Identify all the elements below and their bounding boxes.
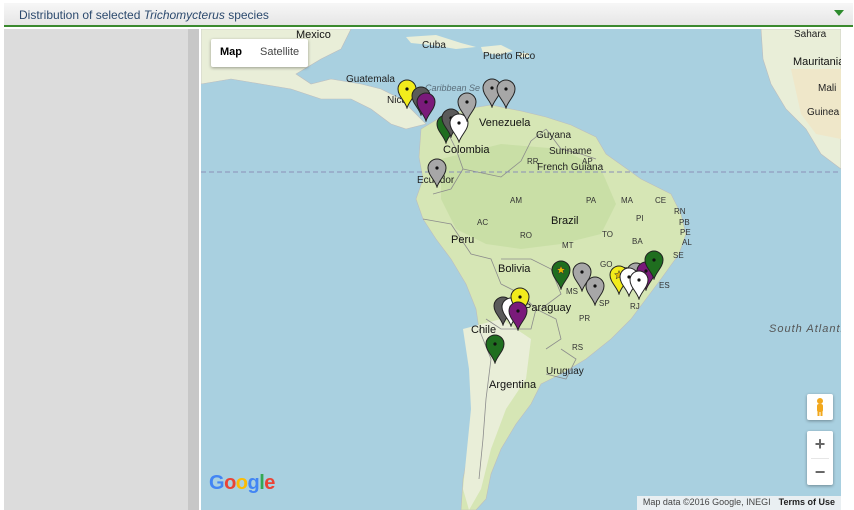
label-se: SE xyxy=(673,251,684,260)
label-french-guiana: French Guiana xyxy=(537,162,604,173)
label-ro: RO xyxy=(520,231,532,240)
label-guatemala: Guatemala xyxy=(346,74,395,85)
label-bolivia: Bolivia xyxy=(498,263,531,275)
label-to: TO xyxy=(602,230,613,239)
map-marker-gray[interactable] xyxy=(496,79,516,110)
terms-of-use-link[interactable]: Terms of Use xyxy=(779,497,835,507)
label-uruguay: Uruguay xyxy=(546,366,584,377)
label-peru: Peru xyxy=(451,234,475,246)
label-ma: MA xyxy=(621,196,633,205)
map-marker-green-star[interactable] xyxy=(551,260,571,291)
label-pb: PB xyxy=(679,218,690,227)
sidebar xyxy=(4,29,188,510)
panel-header: Distribution of selected Trichomycterus … xyxy=(4,3,853,27)
zoom-control: + − xyxy=(807,431,833,485)
map-type-satellite-button[interactable]: Satellite xyxy=(251,39,308,67)
label-brazil: Brazil xyxy=(551,215,579,227)
label-rj: RJ xyxy=(630,302,640,311)
label-puerto-rico: Puerto Rico xyxy=(483,51,536,62)
label-rn: RN xyxy=(674,207,686,216)
label-mt: MT xyxy=(562,241,574,250)
label-es: ES xyxy=(659,281,670,290)
label-venezuela: Venezuela xyxy=(479,117,531,129)
panel-title: Distribution of selected Trichomycterus … xyxy=(19,8,269,22)
google-logo[interactable]: Google xyxy=(209,472,275,495)
panel-title-genus: Trichomycterus xyxy=(143,8,225,22)
label-guyana: Guyana xyxy=(536,130,572,141)
label-rs: RS xyxy=(572,343,584,352)
map-type-control: Map Satellite xyxy=(211,39,309,67)
label-rr: RR xyxy=(527,157,539,166)
label-guinea: Guinea xyxy=(807,107,840,118)
label-pr: PR xyxy=(579,314,591,323)
label-argentina: Argentina xyxy=(489,379,537,391)
map-marker-gray[interactable] xyxy=(457,92,477,123)
label-ac: AC xyxy=(477,218,489,227)
label-mauritania: Mauritania xyxy=(793,56,841,68)
panel-title-prefix: Distribution of selected xyxy=(19,8,144,22)
label-am: AM xyxy=(510,196,522,205)
collapse-arrow-icon[interactable] xyxy=(834,10,844,16)
label-south-atlantic-ocean: South Atlantic Ocean xyxy=(769,323,841,335)
map-attribution: Map data ©2016 Google, INEGI Terms of Use xyxy=(636,496,841,510)
panel-divider[interactable] xyxy=(188,29,199,510)
map-marker-gray[interactable] xyxy=(427,158,447,189)
label-cuba: Cuba xyxy=(422,40,446,51)
label-pe: PE xyxy=(680,228,691,237)
zoom-out-button[interactable]: − xyxy=(807,459,833,486)
label-paraguay: Paraguay xyxy=(524,302,572,314)
map-marker-green[interactable] xyxy=(485,334,505,365)
label-al: AL xyxy=(682,238,692,247)
map-marker-white[interactable] xyxy=(629,270,649,301)
map-type-map-button[interactable]: Map xyxy=(211,39,251,67)
label-pi: PI xyxy=(636,214,644,223)
zoom-in-button[interactable]: + xyxy=(807,431,833,458)
label-ap: AP xyxy=(582,157,593,166)
pegman-icon[interactable] xyxy=(807,394,833,420)
map-marker-gray[interactable] xyxy=(585,276,605,307)
label-colombia: Colombia xyxy=(443,144,490,156)
map-marker-purple[interactable] xyxy=(416,92,436,123)
panel-title-suffix: species xyxy=(224,8,269,22)
label-suriname: Suriname xyxy=(549,146,592,157)
label-sahara: Sahara xyxy=(794,29,827,40)
label-ba: BA xyxy=(632,237,643,246)
map-marker-purple[interactable] xyxy=(508,301,528,332)
map-canvas[interactable]: Mexico Cuba Puerto Rico Guatemala Nica C… xyxy=(201,29,841,510)
attribution-text: Map data ©2016 Google, INEGI xyxy=(642,497,771,507)
panel-body: Mexico Cuba Puerto Rico Guatemala Nica C… xyxy=(4,29,853,510)
label-mali: Mali xyxy=(818,83,837,94)
label-ce: CE xyxy=(655,196,667,205)
label-pa: PA xyxy=(586,196,597,205)
